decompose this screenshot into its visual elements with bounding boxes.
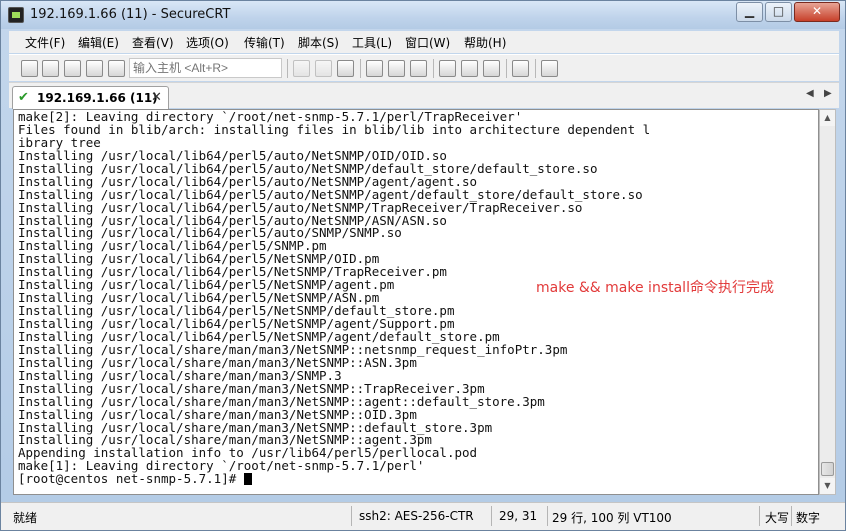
terminal-cursor — [243, 473, 252, 486]
menu-bar: 文件(F) 编辑(E) 查看(V) 选项(O) 传输(T) 脚本(S) 工具(L… — [9, 31, 839, 53]
tab-next-icon[interactable]: ▶ — [824, 88, 832, 99]
toolbar-separator — [360, 59, 361, 78]
title-bar[interactable]: 192.169.1.66 (11) - SecureCRT ▁ □ ✕ — [1, 1, 845, 29]
tab-prev-icon[interactable]: ◀ — [806, 88, 814, 99]
status-state: 就绪 — [13, 511, 38, 525]
status-separator — [491, 506, 492, 526]
disconnect-icon[interactable] — [108, 60, 125, 77]
connected-check-icon: ✔ — [18, 90, 29, 105]
toolbar-separator — [287, 59, 288, 78]
menu-window[interactable]: 窗口(W) — [405, 34, 450, 51]
print-screen-icon[interactable] — [410, 60, 427, 77]
connect-icon[interactable] — [21, 60, 38, 77]
status-caps: 大写 — [765, 511, 790, 525]
connect-tab-icon[interactable] — [64, 60, 81, 77]
session-tab[interactable]: ✔ 192.169.1.66 (11) ✕ — [12, 86, 169, 109]
toolbar-separator — [506, 59, 507, 78]
securecrt-app-icon — [8, 7, 24, 23]
securecrt-window: 192.169.1.66 (11) - SecureCRT ▁ □ ✕ 文件(F… — [0, 0, 846, 531]
session-options-icon[interactable] — [439, 60, 456, 77]
close-button[interactable]: ✕ — [794, 2, 840, 22]
print-icon[interactable] — [366, 60, 383, 77]
global-options-icon[interactable] — [461, 60, 478, 77]
scroll-up-icon[interactable]: ▲ — [820, 110, 835, 126]
status-separator — [791, 506, 792, 526]
help-icon[interactable] — [512, 60, 529, 77]
session-tab-bar: ✔ 192.169.1.66 (11) ✕ ◀ ▶ — [9, 82, 839, 109]
print-setup-icon[interactable] — [388, 60, 405, 77]
menu-script[interactable]: 脚本(S) — [298, 34, 339, 51]
menu-view[interactable]: 查看(V) — [132, 34, 174, 51]
terminal-view[interactable]: make[2]: Leaving directory `/root/net-sn… — [13, 109, 819, 495]
keymap-icon[interactable] — [483, 60, 500, 77]
menu-tools[interactable]: 工具(L) — [352, 34, 392, 51]
terminal-line: [root@centos net-snmp-5.7.1]# — [18, 472, 818, 486]
window-title: 192.169.1.66 (11) - SecureCRT — [30, 7, 231, 22]
toolbar-separator — [535, 59, 536, 78]
host-input[interactable] — [129, 58, 282, 78]
maximize-button[interactable]: □ — [765, 2, 792, 22]
scroll-down-icon[interactable]: ▼ — [820, 478, 835, 494]
menu-options[interactable]: 选项(O) — [186, 34, 229, 51]
sftp-icon[interactable] — [541, 60, 558, 77]
menu-help[interactable]: 帮助(H) — [464, 34, 506, 51]
status-cipher: ssh2: AES-256-CTR — [359, 509, 474, 523]
paste-icon[interactable] — [315, 60, 332, 77]
status-size: 29 行, 100 列 VT100 — [552, 511, 672, 525]
completion-annotation: make && make install命令执行完成 — [536, 280, 774, 296]
status-separator — [351, 506, 352, 526]
toolbar — [9, 54, 839, 81]
menu-edit[interactable]: 编辑(E) — [78, 34, 119, 51]
quick-connect-icon[interactable] — [42, 60, 59, 77]
status-separator — [547, 506, 548, 526]
status-num: 数字 — [796, 511, 821, 525]
menu-transfer[interactable]: 传输(T) — [244, 34, 285, 51]
session-tab-label: 192.169.1.66 (11) — [37, 91, 158, 105]
terminal-line: Files found in blib/arch: installing fil… — [18, 121, 651, 137]
status-position: 29, 31 — [499, 509, 538, 523]
scrollbar-thumb[interactable] — [821, 462, 834, 476]
menu-file[interactable]: 文件(F) — [25, 34, 65, 51]
tab-close-icon[interactable]: ✕ — [151, 90, 162, 105]
toolbar-separator — [433, 59, 434, 78]
status-separator — [759, 506, 760, 526]
status-bar: 就绪 ssh2: AES-256-CTR 29, 31 29 行, 100 列 … — [1, 502, 845, 530]
find-icon[interactable] — [337, 60, 354, 77]
vertical-scrollbar[interactable]: ▲ ▼ — [819, 109, 836, 495]
copy-icon[interactable] — [293, 60, 310, 77]
reconnect-icon[interactable] — [86, 60, 103, 77]
terminal-output: make[2]: Leaving directory `/root/net-sn… — [18, 110, 818, 486]
minimize-button[interactable]: ▁ — [736, 2, 763, 22]
